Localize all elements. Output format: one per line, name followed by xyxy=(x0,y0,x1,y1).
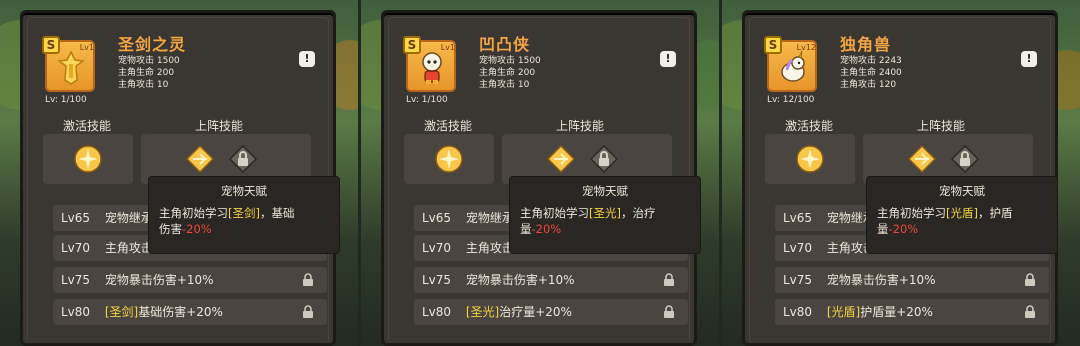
talent-skill-highlight: [圣剑] xyxy=(104,305,139,319)
talent-text: 宠物继承 xyxy=(465,211,514,225)
stat-pet-attack: 宠物攻击 1500 xyxy=(479,56,541,66)
stat-hero-hp: 主角生命 2400 xyxy=(840,68,902,78)
talent-level: Lv65 xyxy=(61,211,91,225)
talent-tooltip: 宠物天赋 主角初始学习[圣剑]，基础 伤害-20% xyxy=(148,176,340,254)
pet-level-text: Lv: 1/100 xyxy=(406,95,448,105)
tooltip-title: 宠物天赋 xyxy=(582,184,628,198)
info-button[interactable]: ! xyxy=(299,51,315,67)
talent-level: Lv65 xyxy=(422,211,452,225)
talent-tooltip: 宠物天赋 主角初始学习[光盾]，护盾 量-20% xyxy=(866,176,1058,254)
talent-text: 基础伤害+20% xyxy=(138,305,223,319)
talent-level: Lv70 xyxy=(783,241,813,255)
sparkle-diamond-icon[interactable] xyxy=(547,145,575,173)
star-burst-icon[interactable] xyxy=(74,145,102,173)
unicorn-pet-icon xyxy=(781,50,805,82)
pet-stats: 宠物攻击 1500 主角生命 200 主角攻击 10 xyxy=(118,55,180,91)
talent-row-lv75[interactable]: Lv75 宠物暴击伤害+10% xyxy=(53,267,327,293)
bumpy-hero-pet-icon xyxy=(422,52,442,84)
stat-hero-attack: 主角攻击 120 xyxy=(840,80,897,90)
tooltip-title: 宠物天赋 xyxy=(221,184,267,198)
star-burst-icon[interactable] xyxy=(435,145,463,173)
talent-level: Lv70 xyxy=(422,241,452,255)
tooltip-line-1: 主角初始学习[圣剑]，基础 xyxy=(159,206,295,220)
deploy-skill-label: 上阵技能 xyxy=(556,119,605,133)
active-skill-box xyxy=(765,134,855,184)
stat-hero-hp: 主角生命 200 xyxy=(479,68,536,78)
stat-hero-attack: 主角攻击 10 xyxy=(118,80,169,90)
info-button[interactable]: ! xyxy=(1021,51,1037,67)
talent-row-lv75[interactable]: Lv75 宠物暴击伤害+10% xyxy=(775,267,1049,293)
info-button[interactable]: ! xyxy=(660,51,676,67)
pet-card-screenshot-3: S Lv12 Lv: 12/100 独角兽 宠物攻击 2243 主角生命 240… xyxy=(722,0,1080,346)
lock-icon xyxy=(229,145,257,173)
pet-portrait[interactable]: S Lv12 xyxy=(764,36,819,94)
lock-icon xyxy=(303,305,313,318)
tooltip-line-2: 量-20% xyxy=(520,222,562,236)
talent-level: Lv65 xyxy=(783,211,813,225)
lock-icon xyxy=(664,305,674,318)
lock-icon xyxy=(303,273,313,286)
lock-icon xyxy=(1025,305,1035,318)
pet-level-text: Lv: 1/100 xyxy=(45,95,87,105)
holy-sword-spirit-icon xyxy=(57,50,85,85)
pet-name: 凹凸侠 xyxy=(479,35,531,54)
talent-text: 宠物继承 xyxy=(104,211,153,225)
sparkle-diamond-icon[interactable] xyxy=(186,145,214,173)
tooltip-line-2: 伤害-20% xyxy=(159,222,212,236)
talent-tooltip: 宠物天赋 主角初始学习[圣光]，治疗 量-20% xyxy=(509,176,701,254)
deploy-skill-label: 上阵技能 xyxy=(917,119,966,133)
pet-name: 独角兽 xyxy=(840,35,892,54)
active-skill-label: 激活技能 xyxy=(424,119,473,133)
talent-level: Lv70 xyxy=(61,241,91,255)
star-burst-icon[interactable] xyxy=(796,145,824,173)
talent-text: 宠物暴击伤害+10% xyxy=(826,273,936,287)
lock-icon xyxy=(664,273,674,286)
pet-stats: 宠物攻击 2243 主角生命 2400 主角攻击 120 xyxy=(840,55,902,91)
sparkle-diamond-icon[interactable] xyxy=(908,145,936,173)
active-skill-label: 激活技能 xyxy=(785,119,834,133)
lock-icon xyxy=(951,145,979,173)
talent-row-lv80[interactable]: Lv80 [圣剑]基础伤害+20% xyxy=(53,299,327,325)
pet-card-screenshot-2: S Lv1 Lv: 1/100 凹凸侠 宠物攻击 1500 主角生命 200 主… xyxy=(361,0,719,346)
talent-text: 治疗量+20% xyxy=(499,305,572,319)
talent-text: 主角攻击 xyxy=(104,241,153,255)
deploy-skill-label: 上阵技能 xyxy=(195,119,244,133)
talent-row-lv80[interactable]: Lv80 [圣光]治疗量+20% xyxy=(414,299,688,325)
active-skill-label: 激活技能 xyxy=(63,119,112,133)
pet-portrait[interactable]: S Lv1 xyxy=(403,36,458,94)
talent-row-lv75[interactable]: Lv75 宠物暴击伤害+10% xyxy=(414,267,688,293)
stat-pet-attack: 宠物攻击 2243 xyxy=(840,56,902,66)
tooltip-line-1: 主角初始学习[圣光]，治疗 xyxy=(520,206,656,220)
pet-stats: 宠物攻击 1500 主角生命 200 主角攻击 10 xyxy=(479,55,541,91)
stat-hero-attack: 主角攻击 10 xyxy=(479,80,530,90)
stat-hero-hp: 主角生命 200 xyxy=(118,68,175,78)
talent-level: Lv80 xyxy=(422,305,452,319)
talent-text: 护盾量+20% xyxy=(860,305,933,319)
talent-level: Lv80 xyxy=(61,305,91,319)
talent-level: Lv75 xyxy=(783,273,813,287)
talent-text: 宠物暴击伤害+10% xyxy=(104,273,214,287)
talent-level: Lv80 xyxy=(783,305,813,319)
talent-level: Lv75 xyxy=(422,273,452,287)
pet-card-screenshot-1: S Lv1 Lv: 1/100 圣剑之灵 宠物攻击 1500 主角生命 200 … xyxy=(0,0,358,346)
talent-level: Lv75 xyxy=(61,273,91,287)
active-skill-box xyxy=(43,134,133,184)
pet-name: 圣剑之灵 xyxy=(118,35,187,54)
active-skill-box xyxy=(404,134,494,184)
talent-row-lv80[interactable]: Lv80 [光盾]护盾量+20% xyxy=(775,299,1049,325)
talent-text: 宠物暴击伤害+10% xyxy=(465,273,575,287)
tooltip-line-2: 量-20% xyxy=(877,222,919,236)
stat-pet-attack: 宠物攻击 1500 xyxy=(118,56,180,66)
talent-text: 主角攻击 xyxy=(465,241,514,255)
pet-level-text: Lv: 12/100 xyxy=(767,95,815,105)
tooltip-title: 宠物天赋 xyxy=(939,184,985,198)
lock-icon xyxy=(590,145,618,173)
tooltip-line-1: 主角初始学习[光盾]，护盾 xyxy=(877,206,1013,220)
pet-portrait[interactable]: S Lv1 xyxy=(42,36,97,94)
talent-skill-highlight: [光盾] xyxy=(826,305,861,319)
talent-skill-highlight: [圣光] xyxy=(465,305,500,319)
lock-icon xyxy=(1025,273,1035,286)
